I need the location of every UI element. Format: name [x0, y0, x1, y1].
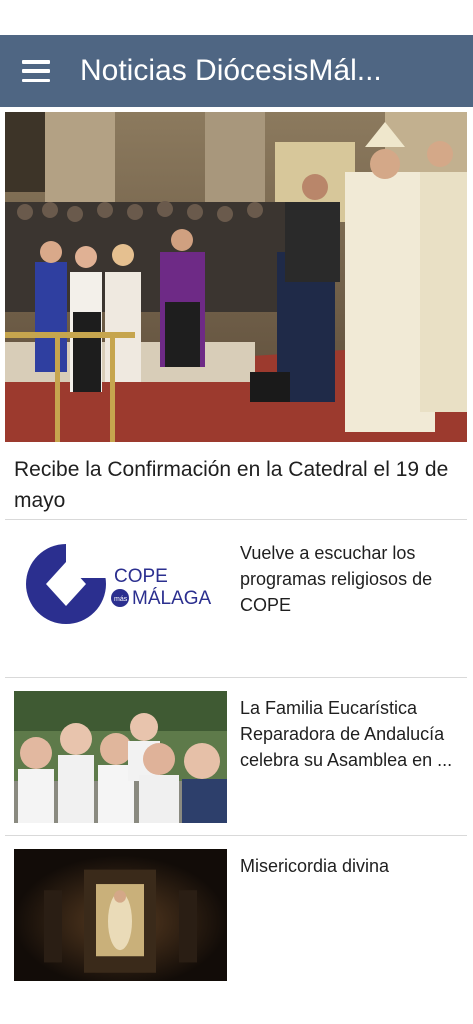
app-bar: Noticias DiócesisMál...: [0, 35, 473, 107]
news-title: La Familia Eucarística Reparadora de And…: [240, 698, 453, 770]
news-thumbnail: [14, 691, 227, 823]
group-of-smiling-women-image: [14, 691, 227, 823]
news-thumbnail: [14, 849, 227, 981]
logo-text-malaga: MÁLAGA: [132, 588, 212, 609]
divider: [5, 519, 467, 520]
news-item-cope[interactable]: COPE más MÁLAGA Vuelve a escuchar los pr…: [14, 536, 464, 668]
cope-malaga-logo: COPE más MÁLAGA: [14, 536, 227, 668]
news-thumbnail: COPE más MÁLAGA: [14, 536, 227, 668]
app-title: Noticias DiócesisMál...: [80, 54, 382, 87]
divine-mercy-altarpiece-image: [14, 849, 227, 981]
logo-text-mas: más: [114, 596, 128, 603]
logo-text-cope: COPE: [114, 566, 168, 587]
status-bar-space: [0, 0, 473, 35]
divider: [5, 677, 467, 678]
news-item-misericordia-divina[interactable]: Misericordia divina: [14, 849, 464, 981]
news-title: Vuelve a escuchar los programas religios…: [240, 543, 433, 615]
featured-article-image[interactable]: [5, 112, 467, 442]
divider: [5, 835, 467, 836]
hamburger-menu-icon[interactable]: [0, 35, 72, 107]
news-title: Misericordia divina: [240, 856, 390, 876]
featured-article-title[interactable]: Recibe la Confirmación en la Catedral el…: [14, 454, 459, 516]
confirmation-ceremony-image: [5, 112, 467, 442]
news-item-familia-eucaristica[interactable]: La Familia Eucarística Reparadora de And…: [14, 691, 464, 823]
